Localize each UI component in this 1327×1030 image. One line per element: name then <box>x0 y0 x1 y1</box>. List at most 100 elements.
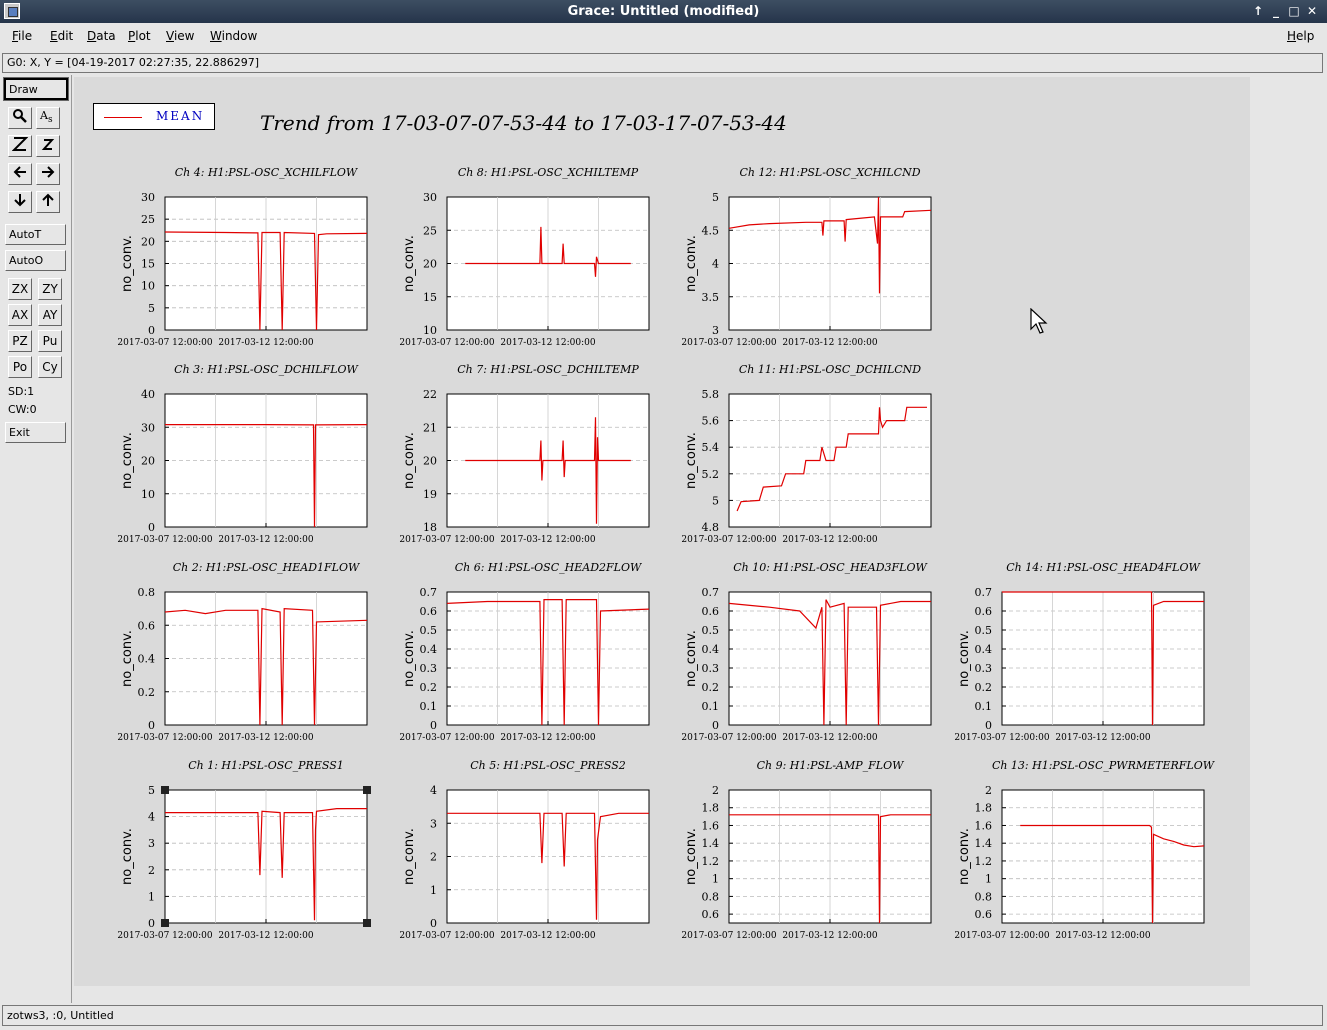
chart-2[interactable]: 10 15 20 25 30 2017-03-07 12:00:00 2017-03-12 … <box>399 166 650 348</box>
chart-14[interactable]: 0.6 0.8 1 1.2 1.4 1.6 1.8 2 2017-03-07 12:00:00 2… <box>954 759 1215 941</box>
x-tick-label: 2017-03-12 12:00:00 <box>218 535 313 545</box>
y-tick-label: 0 <box>148 917 155 930</box>
menu-help[interactable]: Help <box>1287 29 1314 43</box>
y-tick-label: 0.8 <box>138 586 156 599</box>
y-axis-label: no_conv. <box>402 235 417 292</box>
status-bar: zotws3, :0, Untitled <box>2 1005 1323 1026</box>
ay-button[interactable]: AY <box>38 304 62 326</box>
chart-5[interactable]: 18 19 20 21 22 2017-03-07 12:00:00 2017-03-12 … <box>399 363 650 545</box>
magnifier-icon <box>13 109 27 123</box>
menu-plot-label: lot <box>135 29 151 43</box>
draw-button[interactable]: Draw <box>3 77 69 101</box>
menu-file[interactable]: File <box>12 29 32 43</box>
pu-button[interactable]: Pu <box>38 330 62 352</box>
ax-button[interactable]: AX <box>8 304 32 326</box>
y-tick-label: 30 <box>141 191 155 204</box>
menu-window[interactable]: Window <box>210 29 257 43</box>
y-tick-label: 0.2 <box>420 681 438 694</box>
plot-canvas[interactable]: MEAN Trend from 17-03-07-07-53-44 to 17-… <box>74 77 1250 986</box>
po-button[interactable]: Po <box>8 356 32 378</box>
cy-button[interactable]: Cy <box>38 356 62 378</box>
scroll-left-button[interactable] <box>8 163 32 185</box>
y-tick-label: 3 <box>430 817 437 830</box>
y-tick-label: 4 <box>148 811 155 824</box>
y-tick-label: 0.6 <box>138 619 156 632</box>
exit-button[interactable]: Exit <box>5 422 66 443</box>
y-axis-label: no_conv. <box>957 828 972 885</box>
y-axis-label: no_conv. <box>120 235 135 292</box>
y-tick-label: 5 <box>712 494 719 507</box>
y-tick-label: 10 <box>141 488 155 501</box>
y-tick-label: 0 <box>148 521 155 534</box>
chart-3[interactable]: 3 3.5 4 4.5 5 2017-03-07 12:00:00 2017-03-12 1… <box>681 166 932 348</box>
y-tick-label: 0.6 <box>702 908 720 921</box>
x-tick-label: 2017-03-12 12:00:00 <box>500 931 595 941</box>
zx-button[interactable]: ZX <box>8 278 32 300</box>
zoom-out-button[interactable] <box>36 135 60 157</box>
y-tick-label: 40 <box>141 388 155 401</box>
menu-file-label: ile <box>18 29 33 43</box>
zoom-button[interactable] <box>8 107 32 129</box>
y-tick-label: 1.8 <box>702 802 720 815</box>
chart-title: Ch 11: H1:PSL-OSC_DCHILCND <box>739 363 921 376</box>
y-tick-label: 2 <box>148 864 155 877</box>
y-tick-label: 5 <box>712 191 719 204</box>
chart-11[interactable]: 0 1 2 3 4 5 2017-03-07 12:00:00 2017-03-12 12:0… <box>117 759 368 941</box>
zoom-in-button[interactable] <box>8 135 32 157</box>
zy-button[interactable]: ZY <box>38 278 62 300</box>
y-tick-label: 15 <box>423 291 437 304</box>
y-tick-label: 19 <box>423 488 437 501</box>
selection-handle[interactable] <box>363 786 371 794</box>
window-titlebar: Grace: Untitled (modified) ↑ _ □ ✕ <box>0 0 1327 23</box>
maximize-icon[interactable]: □ <box>1286 3 1302 19</box>
y-axis-label: no_conv. <box>684 630 699 687</box>
scroll-down-button[interactable] <box>8 191 32 213</box>
scroll-up-button[interactable] <box>36 191 60 213</box>
menu-data[interactable]: Data <box>87 29 116 43</box>
menu-view[interactable]: View <box>166 29 194 43</box>
chart-13[interactable]: 0.6 0.8 1 1.2 1.4 1.6 1.8 2 2017-03-07 12:00:00 2… <box>681 759 932 941</box>
chart-9[interactable]: 0 0.1 0.2 0.3 0.4 0.5 0.6 0.7 2017-03-07 12:00:0… <box>681 561 932 743</box>
maximize-up-icon[interactable]: ↑ <box>1250 3 1266 19</box>
y-tick-label: 0 <box>148 719 155 732</box>
x-tick-label: 2017-03-07 12:00:00 <box>954 733 1049 743</box>
menu-plot[interactable]: Plot <box>128 29 151 43</box>
y-tick-label: 0.1 <box>975 700 993 713</box>
autoo-button[interactable]: AutoO <box>5 250 66 271</box>
chart-6[interactable]: 4.8 5 5.2 5.4 5.6 5.8 2017-03-07 12:00:00 2017-… <box>681 363 932 545</box>
chart-8[interactable]: 0 0.1 0.2 0.3 0.4 0.5 0.6 0.7 2017-03-07 12:00:0… <box>399 561 650 743</box>
chart-4[interactable]: 0 10 20 30 40 2017-03-07 12:00:00 2017-03-12 1… <box>117 363 368 545</box>
y-tick-label: 0.4 <box>420 643 438 656</box>
autot-button[interactable]: AutoT <box>5 224 66 245</box>
selection-handle[interactable] <box>161 786 169 794</box>
autoscale-text-button[interactable]: As <box>36 107 60 129</box>
chart-10[interactable]: 0 0.1 0.2 0.3 0.4 0.5 0.6 0.7 2017-03-07 12:00:0… <box>954 561 1205 743</box>
chart-12[interactable]: 0 1 2 3 4 2017-03-07 12:00:00 2017-03-12 12:00… <box>399 759 650 941</box>
scroll-right-button[interactable] <box>36 163 60 185</box>
y-tick-label: 5.4 <box>702 441 720 454</box>
chart-1[interactable]: 0 5 10 15 20 25 30 2017-03-07 12:00:00 2017-03-1… <box>117 166 368 348</box>
chart-7[interactable]: 0 0.2 0.4 0.6 0.8 2017-03-07 12:00:00 2017-03-… <box>117 561 368 743</box>
y-tick-label: 5 <box>148 784 155 797</box>
menu-help-mnemonic: H <box>1287 29 1297 43</box>
menu-edit[interactable]: Edit <box>50 29 73 43</box>
menu-window-label: indow <box>221 29 258 43</box>
selection-handle[interactable] <box>161 919 169 927</box>
minimize-icon[interactable]: _ <box>1268 3 1284 19</box>
chart-title: Ch 2: H1:PSL-OSC_HEAD1FLOW <box>173 561 361 574</box>
chart-title: Ch 7: H1:PSL-OSC_DCHILTEMP <box>457 363 639 376</box>
x-tick-label: 2017-03-07 12:00:00 <box>117 733 212 743</box>
cw-indicator: CW:0 <box>8 403 37 416</box>
y-tick-label: 0.3 <box>975 662 993 675</box>
y-tick-label: 0.3 <box>420 662 438 675</box>
y-tick-label: 4.5 <box>702 224 720 237</box>
selection-handle[interactable] <box>363 919 371 927</box>
y-tick-label: 5.8 <box>702 388 720 401</box>
y-tick-label: 22 <box>423 388 437 401</box>
y-tick-label: 0.6 <box>702 605 720 618</box>
pz-button[interactable]: PZ <box>8 330 32 352</box>
y-tick-label: 10 <box>141 280 155 293</box>
y-tick-label: 1 <box>712 873 719 886</box>
x-tick-label: 2017-03-07 12:00:00 <box>117 338 212 348</box>
close-icon[interactable]: ✕ <box>1304 3 1320 19</box>
